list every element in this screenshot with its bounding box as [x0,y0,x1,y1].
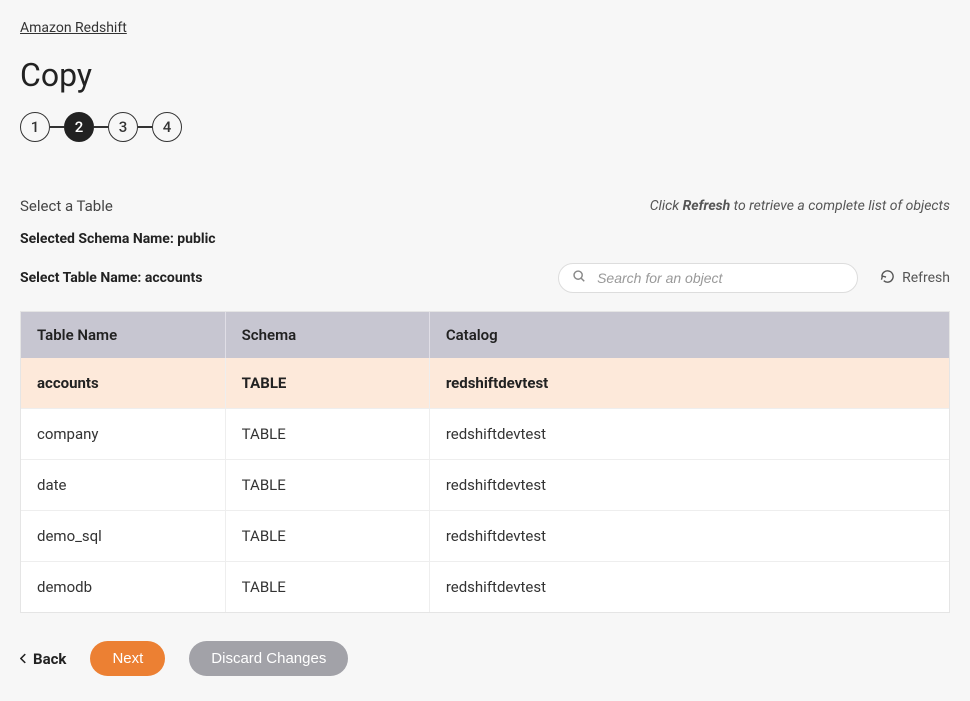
step-connector [138,126,152,128]
cell-schema: TABLE [225,409,429,460]
step-2[interactable]: 2 [64,112,94,142]
search-input[interactable] [558,263,858,293]
section-title: Select a Table [20,197,113,215]
cell-name: accounts [21,358,225,409]
page-title: Copy [20,56,950,94]
cell-catalog: redshiftdevtest [429,562,949,613]
cell-schema: TABLE [225,511,429,562]
cell-schema: TABLE [225,460,429,511]
table-row[interactable]: companyTABLEredshiftdevtest [21,409,949,460]
discard-changes-button[interactable]: Discard Changes [189,641,348,676]
refresh-button[interactable]: Refresh [880,269,950,288]
back-label: Back [33,650,66,668]
refresh-hint-prefix: Click [650,198,683,214]
selected-schema-name: Selected Schema Name: public [20,231,950,247]
refresh-hint: Click Refresh to retrieve a complete lis… [650,198,950,214]
cell-catalog: redshiftdevtest [429,460,949,511]
footer-actions: Back Next Discard Changes [20,641,950,676]
step-connector [50,126,64,128]
table-container: Table Name Schema Catalog accountsTABLEr… [20,311,950,613]
table-row[interactable]: demo_sqlTABLEredshiftdevtest [21,511,949,562]
step-connector [94,126,108,128]
select-table-name: Select Table Name: accounts [20,270,202,286]
refresh-label: Refresh [902,270,950,286]
chevron-left-icon [20,650,27,668]
refresh-icon [880,269,895,288]
refresh-hint-bold: Refresh [683,198,731,214]
table-header-row: Table Name Schema Catalog [21,312,949,358]
cell-name: date [21,460,225,511]
cell-schema: TABLE [225,358,429,409]
step-4[interactable]: 4 [152,112,182,142]
cell-schema: TABLE [225,562,429,613]
tables-list: Table Name Schema Catalog accountsTABLEr… [21,312,949,612]
column-header-table-name[interactable]: Table Name [21,312,225,358]
table-row[interactable]: dateTABLEredshiftdevtest [21,460,949,511]
cell-name: demodb [21,562,225,613]
cell-name: demo_sql [21,511,225,562]
column-header-schema[interactable]: Schema [225,312,429,358]
cell-catalog: redshiftdevtest [429,358,949,409]
step-1[interactable]: 1 [20,112,50,142]
cell-catalog: redshiftdevtest [429,511,949,562]
breadcrumb-amazon-redshift[interactable]: Amazon Redshift [20,20,127,36]
cell-catalog: redshiftdevtest [429,409,949,460]
step-3[interactable]: 3 [108,112,138,142]
refresh-hint-suffix: to retrieve a complete list of objects [730,198,950,214]
next-button[interactable]: Next [90,641,165,676]
cell-name: company [21,409,225,460]
column-header-catalog[interactable]: Catalog [429,312,949,358]
stepper: 1234 [20,112,950,142]
table-row[interactable]: demodbTABLEredshiftdevtest [21,562,949,613]
back-button[interactable]: Back [20,650,66,668]
table-row[interactable]: accountsTABLEredshiftdevtest [21,358,949,409]
